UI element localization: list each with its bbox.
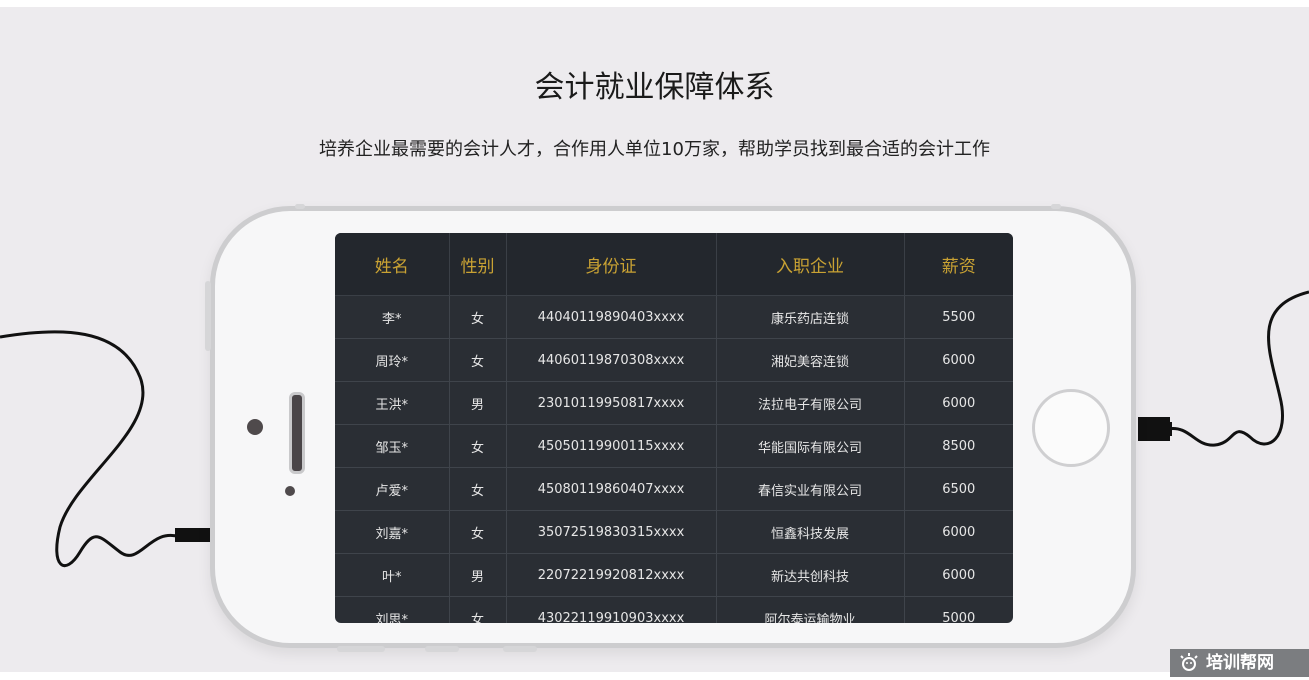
cell-id: 44060119870308xxxx bbox=[506, 338, 717, 382]
site-watermark: 培训帮网 bbox=[1170, 649, 1309, 677]
phone-top-button bbox=[1051, 204, 1061, 209]
phone-screen: 姓名 性别 身份证 入职企业 薪资 李* 女 44040119890403xxx… bbox=[335, 233, 1013, 623]
phone-top-button bbox=[295, 204, 305, 209]
employment-table: 姓名 性别 身份证 入职企业 薪资 李* 女 44040119890403xxx… bbox=[335, 233, 1013, 623]
header-gender: 性别 bbox=[449, 233, 507, 296]
header-salary: 薪资 bbox=[904, 233, 1013, 296]
cell-salary: 5000 bbox=[904, 596, 1013, 623]
sensor-icon bbox=[285, 486, 295, 496]
cell-name: 刘嘉* bbox=[335, 510, 450, 554]
header-company: 入职企业 bbox=[716, 233, 905, 296]
cell-id: 43022119910903xxxx bbox=[506, 596, 717, 623]
right-cable bbox=[1167, 290, 1309, 447]
cell-company: 春信实业有限公司 bbox=[716, 467, 905, 511]
cell-gender: 男 bbox=[449, 553, 507, 597]
watermark-text: 培训帮网 bbox=[1206, 653, 1274, 673]
cell-id: 22072219920812xxxx bbox=[506, 553, 717, 597]
cell-company: 康乐药店连锁 bbox=[716, 295, 905, 339]
cell-company: 阿尔泰运输物业 bbox=[716, 596, 905, 623]
phone-side-button bbox=[205, 281, 211, 351]
table-row: 邹玉* 女 45050119900115xxxx 华能国际有限公司 8500 bbox=[335, 424, 1013, 468]
cell-gender: 女 bbox=[449, 467, 507, 511]
cell-id: 45050119900115xxxx bbox=[506, 424, 717, 468]
header-id: 身份证 bbox=[506, 233, 717, 296]
cell-salary: 6000 bbox=[904, 338, 1013, 382]
speaker-icon bbox=[289, 392, 305, 474]
table-row: 卢爱* 女 45080119860407xxxx 春信实业有限公司 6500 bbox=[335, 467, 1013, 511]
cell-id: 45080119860407xxxx bbox=[506, 467, 717, 511]
cell-salary: 6000 bbox=[904, 553, 1013, 597]
cell-gender: 女 bbox=[449, 510, 507, 554]
camera-icon bbox=[247, 419, 263, 435]
table-row: 刘思* 女 43022119910903xxxx 阿尔泰运输物业 5000 bbox=[335, 596, 1013, 623]
cell-company: 华能国际有限公司 bbox=[716, 424, 905, 468]
table-row: 刘嘉* 女 35072519830315xxxx 恒鑫科技发展 6000 bbox=[335, 510, 1013, 554]
cell-gender: 女 bbox=[449, 596, 507, 623]
home-button bbox=[1032, 389, 1110, 467]
cell-name: 叶* bbox=[335, 553, 450, 597]
table-header-row: 姓名 性别 身份证 入职企业 薪资 bbox=[335, 233, 1013, 296]
cell-name: 卢爱* bbox=[335, 467, 450, 511]
cell-salary: 5500 bbox=[904, 295, 1013, 339]
phone-bottom-button bbox=[425, 646, 459, 652]
cell-name: 刘思* bbox=[335, 596, 450, 623]
cell-name: 李* bbox=[335, 295, 450, 339]
phone-bottom-button bbox=[503, 646, 537, 652]
phone-mockup: 姓名 性别 身份证 入职企业 薪资 李* 女 44040119890403xxx… bbox=[205, 204, 1136, 652]
cell-salary: 6000 bbox=[904, 381, 1013, 425]
cell-id: 44040119890403xxxx bbox=[506, 295, 717, 339]
cell-company: 法拉电子有限公司 bbox=[716, 381, 905, 425]
cell-gender: 女 bbox=[449, 424, 507, 468]
cell-id: 35072519830315xxxx bbox=[506, 510, 717, 554]
header-name: 姓名 bbox=[335, 233, 450, 296]
sun-logo-icon bbox=[1180, 653, 1198, 671]
cell-gender: 女 bbox=[449, 295, 507, 339]
left-usb-plug bbox=[175, 528, 211, 542]
cell-gender: 女 bbox=[449, 338, 507, 382]
cell-company: 恒鑫科技发展 bbox=[716, 510, 905, 554]
cell-salary: 8500 bbox=[904, 424, 1013, 468]
cell-name: 周玲* bbox=[335, 338, 450, 382]
table-row: 王洪* 男 23010119950817xxxx 法拉电子有限公司 6000 bbox=[335, 381, 1013, 425]
cell-name: 邹玉* bbox=[335, 424, 450, 468]
table-row: 周玲* 女 44060119870308xxxx 湘妃美容连锁 6000 bbox=[335, 338, 1013, 382]
cell-salary: 6000 bbox=[904, 510, 1013, 554]
table-row: 叶* 男 22072219920812xxxx 新达共创科技 6000 bbox=[335, 553, 1013, 597]
cell-salary: 6500 bbox=[904, 467, 1013, 511]
cell-name: 王洪* bbox=[335, 381, 450, 425]
cell-gender: 男 bbox=[449, 381, 507, 425]
cell-company: 新达共创科技 bbox=[716, 553, 905, 597]
cell-id: 23010119950817xxxx bbox=[506, 381, 717, 425]
hero-section: 会计就业保障体系 培养企业最需要的会计人才，合作用人单位10万家，帮助学员找到最… bbox=[0, 7, 1309, 672]
table-row: 李* 女 44040119890403xxxx 康乐药店连锁 5500 bbox=[335, 295, 1013, 339]
cell-company: 湘妃美容连锁 bbox=[716, 338, 905, 382]
left-cable bbox=[0, 330, 181, 568]
phone-bottom-button bbox=[337, 646, 385, 652]
